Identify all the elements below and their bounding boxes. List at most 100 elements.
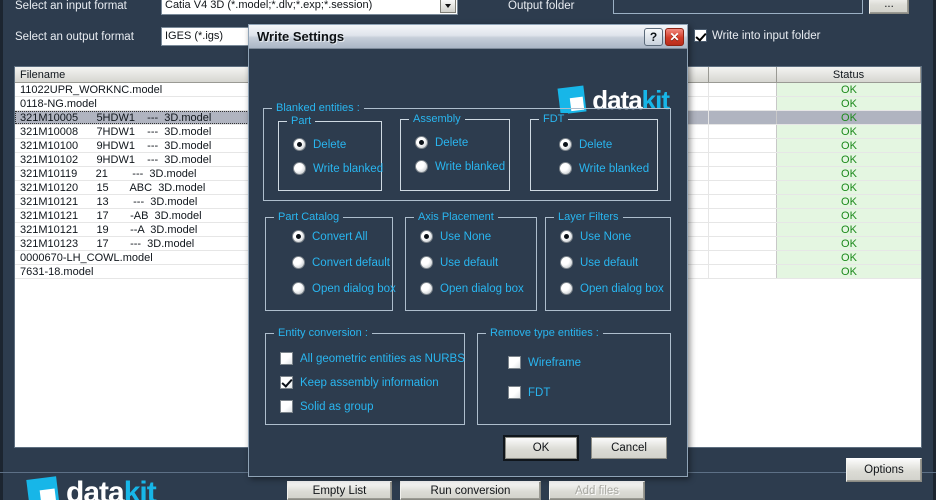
radio-layer-open-dialog[interactable]: Open dialog box: [560, 282, 664, 295]
radio-axis-use-default[interactable]: Use default: [420, 256, 498, 269]
cell-column-3: [709, 223, 777, 236]
blanked-assembly-group: Assembly Delete Write blanked: [400, 119, 510, 191]
radio-label: Use None: [580, 231, 631, 243]
cell-status: OK: [777, 83, 921, 96]
cell-column-3: [709, 153, 777, 166]
checkbox-label: Solid as group: [300, 401, 374, 413]
column-header-3[interactable]: [709, 67, 777, 83]
application-window: Select an input format Catia V4 3D (*.mo…: [0, 0, 936, 500]
checkbox-icon: [280, 376, 293, 389]
radio-axis-use-none[interactable]: Use None: [420, 230, 491, 243]
radio-axis-open-dialog[interactable]: Open dialog box: [420, 282, 524, 295]
radio-fdt-delete[interactable]: Delete: [559, 138, 612, 151]
cell-status: OK: [777, 237, 921, 250]
cell-status: OK: [777, 223, 921, 236]
radio-icon: [292, 282, 305, 295]
checkbox-icon: [280, 400, 293, 413]
radio-label: Open dialog box: [580, 283, 664, 295]
radio-fdt-write-blanked[interactable]: Write blanked: [559, 162, 649, 175]
axis-placement-title: Axis Placement: [414, 211, 498, 223]
datakit-logo-main: datakit: [28, 478, 156, 500]
radio-layer-use-default[interactable]: Use default: [560, 256, 638, 269]
radio-part-catalog-convert-all[interactable]: Convert All: [292, 230, 368, 243]
entity-conversion-title: Entity conversion :: [274, 327, 372, 339]
column-header-status[interactable]: Status: [777, 67, 921, 83]
cell-status: OK: [777, 139, 921, 152]
help-icon[interactable]: ?: [644, 28, 663, 46]
write-into-input-folder-label: Write into input folder: [712, 30, 820, 42]
dialog-titlebar[interactable]: Write Settings ? ✕: [249, 25, 687, 49]
cell-status: OK: [777, 125, 921, 138]
dialog-cancel-button[interactable]: Cancel: [591, 437, 667, 459]
radio-icon: [560, 230, 573, 243]
cell-column-3: [709, 209, 777, 222]
blanked-entities-title: Blanked entities :: [272, 102, 364, 114]
cell-status: OK: [777, 181, 921, 194]
radio-icon: [415, 136, 428, 149]
datakit-word-kit: kit: [124, 476, 156, 500]
empty-list-button[interactable]: Empty List: [287, 481, 392, 500]
write-settings-dialog: Write Settings ? ✕ datakit Blanked entit…: [248, 24, 688, 477]
radio-part-catalog-convert-default[interactable]: Convert default: [292, 256, 390, 269]
cell-status: OK: [777, 167, 921, 180]
blanked-fdt-title: FDT: [539, 113, 568, 125]
radio-assembly-delete[interactable]: Delete: [415, 136, 468, 149]
radio-label: Open dialog box: [312, 283, 396, 295]
checkbox-wireframe[interactable]: Wireframe: [508, 356, 581, 369]
checkbox-icon: [280, 352, 293, 365]
checkbox-icon: [508, 356, 521, 369]
radio-label: Delete: [313, 139, 346, 151]
add-files-button: Add files: [549, 481, 645, 500]
browse-folder-button[interactable]: ...: [869, 0, 909, 14]
cell-column-3: [709, 167, 777, 180]
input-format-value: Catia V4 3D (*.model;*.dlv;*.exp;*.sessi…: [165, 0, 372, 11]
cell-column-3: [709, 139, 777, 152]
cell-status: OK: [777, 195, 921, 208]
datakit-mark-icon: [26, 476, 59, 500]
radio-icon: [293, 138, 306, 151]
radio-part-catalog-open-dialog[interactable]: Open dialog box: [292, 282, 396, 295]
checkbox-fdt[interactable]: FDT: [508, 386, 550, 399]
chevron-down-icon[interactable]: [440, 0, 456, 13]
input-format-label: Select an input format: [15, 0, 127, 12]
blanked-part-title: Part: [287, 115, 315, 127]
cell-column-3: [709, 251, 777, 264]
options-button[interactable]: Options: [846, 458, 922, 482]
dialog-title: Write Settings: [257, 29, 642, 44]
cell-column-3: [709, 181, 777, 194]
dialog-ok-button[interactable]: OK: [505, 437, 577, 459]
checkbox-solid-as-group[interactable]: Solid as group: [280, 400, 374, 413]
radio-assembly-write-blanked[interactable]: Write blanked: [415, 160, 505, 173]
input-format-combobox[interactable]: Catia V4 3D (*.model;*.dlv;*.exp;*.sessi…: [161, 0, 458, 15]
part-catalog-title: Part Catalog: [274, 211, 343, 223]
radio-label: Write blanked: [313, 163, 383, 175]
radio-part-write-blanked[interactable]: Write blanked: [293, 162, 383, 175]
write-into-input-folder-checkbox[interactable]: Write into input folder: [694, 29, 820, 42]
blanked-assembly-title: Assembly: [409, 113, 465, 125]
radio-layer-use-none[interactable]: Use None: [560, 230, 631, 243]
blanked-entities-group: Blanked entities : Part Delete Write bla…: [263, 108, 671, 201]
output-format-label: Select an output format: [15, 31, 134, 43]
radio-label: Use default: [580, 257, 638, 269]
datakit-word-data: data: [66, 476, 124, 500]
radio-label: Convert All: [312, 231, 368, 243]
cell-status: OK: [777, 153, 921, 166]
radio-icon: [293, 162, 306, 175]
radio-icon: [560, 282, 573, 295]
radio-icon: [420, 230, 433, 243]
checkbox-keep-assembly-information[interactable]: Keep assembly information: [280, 376, 439, 389]
close-icon[interactable]: ✕: [665, 28, 684, 46]
radio-part-delete[interactable]: Delete: [293, 138, 346, 151]
checkbox-all-geometric-nurbs[interactable]: All geometric entities as NURBS: [280, 352, 465, 365]
checkbox-label: All geometric entities as NURBS: [300, 353, 465, 365]
radio-label: Write blanked: [435, 161, 505, 173]
radio-icon: [292, 256, 305, 269]
datakit-wordmark: datakit: [66, 478, 156, 500]
run-conversion-button[interactable]: Run conversion: [400, 481, 541, 500]
output-folder-input[interactable]: [613, 0, 863, 14]
radio-label: Write blanked: [579, 163, 649, 175]
checkbox-icon: [508, 386, 521, 399]
entity-conversion-group: Entity conversion : All geometric entiti…: [265, 333, 465, 425]
radio-icon: [560, 256, 573, 269]
layer-filters-group: Layer Filters Use None Use default Open …: [545, 217, 671, 311]
